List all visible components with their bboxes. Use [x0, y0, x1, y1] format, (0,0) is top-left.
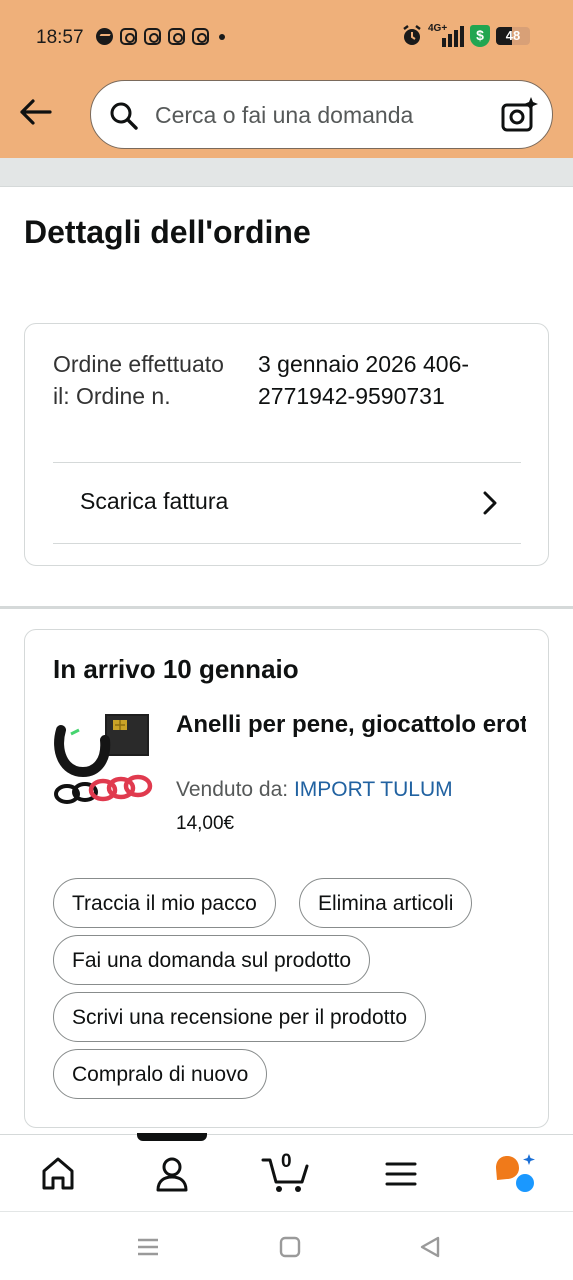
square-home-icon	[279, 1236, 301, 1258]
buy-again-button[interactable]: Compralo di nuovo	[53, 1049, 268, 1099]
arrow-left-icon	[20, 99, 52, 125]
battery-level: 48	[505, 28, 521, 43]
app-header: 18:57 4G+ $ 48 Cerca o fai una domanda	[0, 0, 573, 158]
nav-menu[interactable]	[376, 1152, 426, 1196]
home-icon	[42, 1157, 74, 1190]
nav-account[interactable]	[147, 1152, 197, 1196]
seller-link[interactable]: IMPORT TULUM	[294, 778, 453, 801]
nav-home[interactable]	[33, 1152, 83, 1196]
ask-question-button[interactable]: Fai una domanda sul prodotto	[53, 935, 371, 985]
seller-info: Venduto da: IMPORT TULUM	[176, 778, 453, 802]
download-invoice-row[interactable]: Scarica fattura	[53, 464, 521, 544]
status-bar: 18:57 4G+ $ 48	[0, 0, 573, 76]
camera-sparkle-icon[interactable]	[500, 96, 538, 134]
download-invoice-label: Scarica fattura	[80, 488, 229, 514]
bottom-navigation: 0	[0, 1133, 573, 1211]
instagram-icon	[168, 28, 185, 45]
home-system-button[interactable]	[276, 1234, 304, 1260]
arrival-date: In arrivo 10 gennaio	[53, 654, 299, 684]
alarm-icon	[403, 25, 421, 45]
triangle-back-icon	[420, 1236, 440, 1258]
order-info-card: Ordine effettuato il: Ordine n. 3 gennai…	[24, 323, 549, 566]
product-image[interactable]	[53, 710, 153, 806]
back-button[interactable]	[16, 92, 56, 132]
delete-items-button[interactable]: Elimina articoli	[299, 878, 473, 928]
account-icon	[156, 1157, 188, 1192]
chevron-right-icon	[483, 491, 497, 515]
search-input[interactable]	[155, 98, 485, 132]
order-info-values: 3 gennaio 2026 406-2771942-9590731	[258, 351, 470, 409]
header-separator	[0, 158, 573, 187]
cart-count: 0	[281, 1151, 292, 1172]
divider	[53, 462, 521, 463]
search-bar[interactable]	[90, 80, 553, 149]
active-tab-indicator	[137, 1133, 207, 1141]
write-review-button[interactable]: Scrivi una recensione per il prodotto	[53, 992, 427, 1042]
messenger-icon	[96, 28, 113, 45]
menu-icon	[385, 1162, 417, 1186]
product-title[interactable]: Anelli per pene, giocattolo erotico, ane…	[176, 708, 526, 742]
back-system-button[interactable]	[416, 1234, 444, 1260]
battery-icon: 48	[496, 27, 530, 45]
system-status-icons: 4G+ $ 48	[402, 23, 530, 47]
product-price: 14,00€	[176, 813, 235, 834]
nav-cart[interactable]: 0	[261, 1151, 315, 1196]
divider	[53, 543, 521, 544]
security-shield-icon: $	[470, 25, 490, 47]
instagram-icon	[192, 28, 209, 45]
page-title: Dettagli dell'ordine	[24, 214, 311, 250]
section-separator	[0, 606, 573, 609]
recent-apps-button[interactable]	[134, 1234, 162, 1260]
search-icon	[110, 102, 138, 130]
instagram-icon	[120, 28, 137, 45]
recent-apps-icon	[138, 1238, 158, 1256]
track-package-button[interactable]: Traccia il mio pacco	[53, 878, 276, 928]
system-navigation-bar	[0, 1211, 573, 1280]
signal-icon: 4G+	[428, 23, 464, 47]
order-info-labels: Ordine effettuato il: Ordine n.	[53, 351, 224, 409]
more-notifications-dot	[219, 33, 225, 40]
shipment-card: In arrivo 10 gennaio Anelli per pene, gi…	[24, 629, 549, 1128]
seller-prefix: Venduto da:	[176, 778, 294, 801]
notification-icons	[96, 28, 225, 45]
rufus-assistant-icon	[496, 1154, 535, 1192]
nav-rufus[interactable]	[491, 1152, 541, 1196]
status-time: 18:57	[36, 27, 84, 48]
instagram-icon	[144, 28, 161, 45]
